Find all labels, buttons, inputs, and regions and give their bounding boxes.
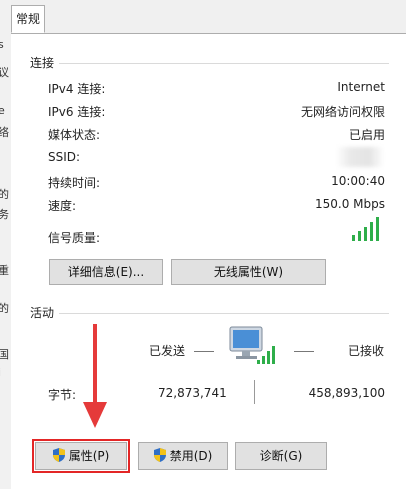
edge-glyph: 议 [0, 64, 9, 80]
received-connector-line [294, 351, 314, 352]
ipv6-value: 无网络访问权限 [300, 105, 385, 119]
ipv4-label: IPv4 连接: [48, 82, 106, 96]
annotation-arrow-shaft [93, 324, 97, 404]
bytes-separator [254, 380, 255, 404]
ipv6-label: IPv6 连接: [48, 105, 106, 119]
details-button[interactable]: 详细信息(E)... [49, 259, 163, 285]
signal-quality-label: 信号质量: [48, 231, 101, 245]
general-tab-panel: 连接 IPv4 连接: Internet IPv6 连接: 无网络访问权限 媒体… [11, 34, 406, 489]
ssid-label: SSID: [48, 150, 81, 164]
edge-glyph: 国 [0, 346, 9, 362]
connection-group-divider [59, 63, 389, 64]
properties-button[interactable]: 属性(P) [32, 439, 130, 473]
edge-glyph: 的 [0, 186, 9, 202]
wireless-properties-button[interactable]: 无线属性(W) [171, 259, 326, 285]
network-computer-icon [229, 326, 275, 364]
activity-group-divider [59, 313, 389, 314]
connection-group-label: 连接 [30, 56, 55, 70]
tab-general[interactable]: 常规 [11, 5, 45, 33]
sent-connector-line [194, 351, 214, 352]
properties-button-label: 属性(P) [68, 449, 110, 463]
edge-glyph: 务 [0, 206, 9, 222]
signal-strength-icon [352, 217, 382, 241]
ssid-value-redacted [336, 147, 384, 167]
uac-shield-icon [52, 448, 65, 462]
bytes-received-value: 458,893,100 [308, 386, 385, 400]
media-state-value: 已启用 [348, 128, 385, 142]
ipv4-value: Internet [337, 80, 385, 94]
activity-group-label: 活动 [30, 306, 55, 320]
sent-label: 已发送 [149, 344, 186, 358]
edge-glyph: 重 [0, 262, 9, 278]
duration-value: 10:00:40 [331, 174, 385, 188]
tab-strip: 常规 [11, 0, 406, 34]
edge-glyph: s [0, 38, 4, 51]
disable-button[interactable]: 禁用(D) [138, 442, 228, 470]
media-state-label: 媒体状态: [48, 128, 101, 142]
bytes-sent-value: 72,873,741 [158, 386, 227, 400]
disable-button-label: 禁用(D) [169, 449, 213, 463]
edge-glyph: 的 [0, 300, 9, 316]
received-label: 已接收 [348, 344, 385, 358]
duration-label: 持续时间: [48, 176, 101, 190]
speed-label: 速度: [48, 199, 77, 213]
edge-glyph: i [0, 366, 1, 379]
speed-value: 150.0 Mbps [314, 197, 385, 211]
edge-glyph: 络 [0, 124, 9, 140]
uac-shield-icon [153, 448, 166, 462]
annotation-arrow-head [83, 402, 107, 428]
bytes-label: 字节: [48, 388, 77, 402]
diagnose-button[interactable]: 诊断(G) [235, 442, 327, 470]
edge-glyph: e [0, 104, 5, 117]
